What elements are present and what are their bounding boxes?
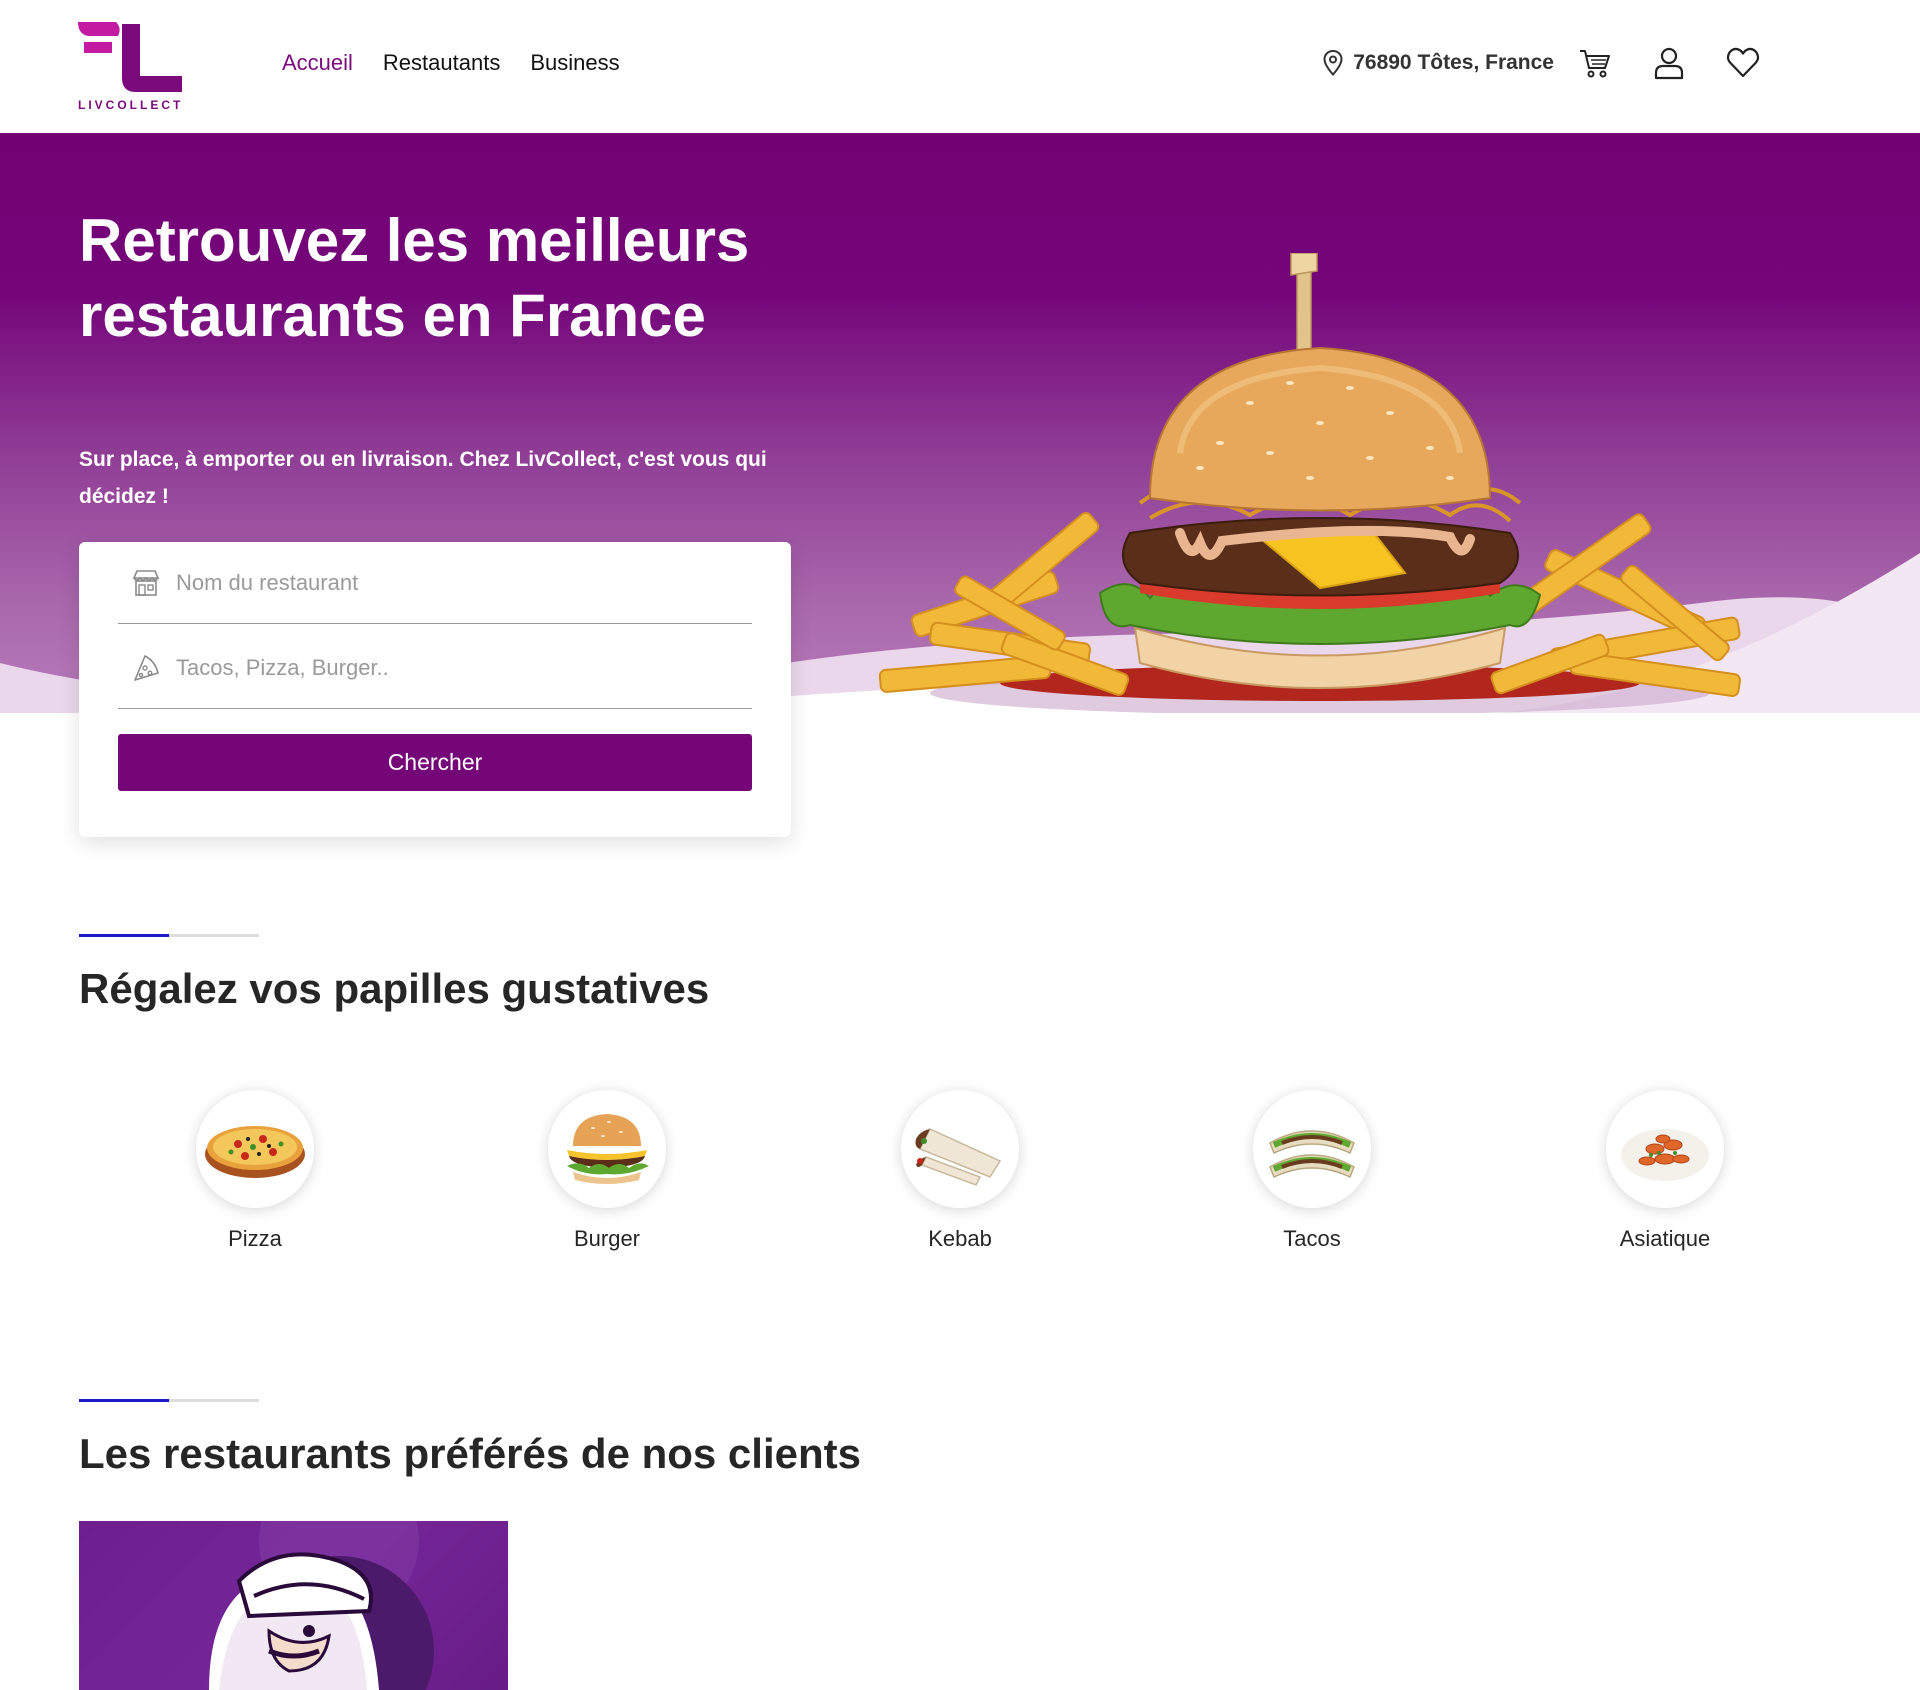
nav-business[interactable]: Business [530,50,619,76]
category-list: Pizza Burger Kebab Tacos Asiatique [0,1090,1920,1260]
user-icon [1654,47,1684,80]
site-header: LIVCOLLECT Accueil Restautants Business … [0,0,1920,133]
category-burger[interactable]: Burger [512,1090,702,1252]
restaurant-field [118,542,752,624]
kebab-image [901,1090,1019,1208]
logo-mark [78,22,182,92]
section-divider [79,1399,259,1402]
cart-icon [1580,50,1610,78]
pizza-image [196,1090,314,1208]
nav-accueil[interactable]: Accueil [282,50,353,76]
logo-text: LIVCOLLECT [78,98,184,112]
pizza-slice-icon [130,652,162,684]
category-label: Kebab [928,1226,992,1251]
category-kebab[interactable]: Kebab [865,1090,1055,1252]
category-label: Burger [573,1226,641,1251]
burger-thumb-image [548,1090,666,1208]
main-nav: Accueil Restautants Business [282,50,620,76]
categories-title: Régalez vos papilles gustatives [79,965,710,1012]
header-actions: 76890 Tôtes, France [1323,44,1762,82]
category-label: Pizza [228,1226,282,1251]
location-text: 76890 Tôtes, France [1353,51,1554,74]
restaurant-input[interactable] [176,569,736,596]
nav-restaurants[interactable]: Restautants [383,50,500,76]
hero-title: Retrouvez les meilleurs restaurants en F… [79,207,750,349]
asian-food-image [1606,1090,1724,1208]
food-field [118,627,752,709]
restaurant-logo-image [79,1521,508,1690]
map-pin-icon [1323,50,1343,76]
food-input[interactable] [176,654,736,681]
restaurant-card[interactable] [79,1521,508,1690]
category-asiatique[interactable]: Asiatique [1570,1090,1760,1252]
livcollect-logo[interactable]: LIVCOLLECT [78,20,188,115]
section-divider [79,934,259,937]
burger-image [850,252,1810,713]
favorites-button[interactable] [1724,44,1762,82]
search-button[interactable]: Chercher [118,734,752,791]
category-pizza[interactable]: Pizza [160,1090,350,1252]
storefront-icon [130,567,162,599]
hero-subtitle: Sur place, à emporter ou en livraison. C… [79,448,767,508]
search-card: Chercher [79,542,791,837]
account-button[interactable] [1650,44,1688,82]
location-selector[interactable]: 76890 Tôtes, France [1323,50,1554,76]
cart-button[interactable] [1576,44,1614,82]
favorites-title: Les restaurants préférés de nos clients [79,1430,861,1477]
category-tacos[interactable]: Tacos [1217,1090,1407,1252]
heart-icon [1726,47,1760,78]
tacos-image [1253,1090,1371,1208]
category-label: Tacos [1283,1226,1341,1251]
category-label: Asiatique [1619,1226,1711,1251]
